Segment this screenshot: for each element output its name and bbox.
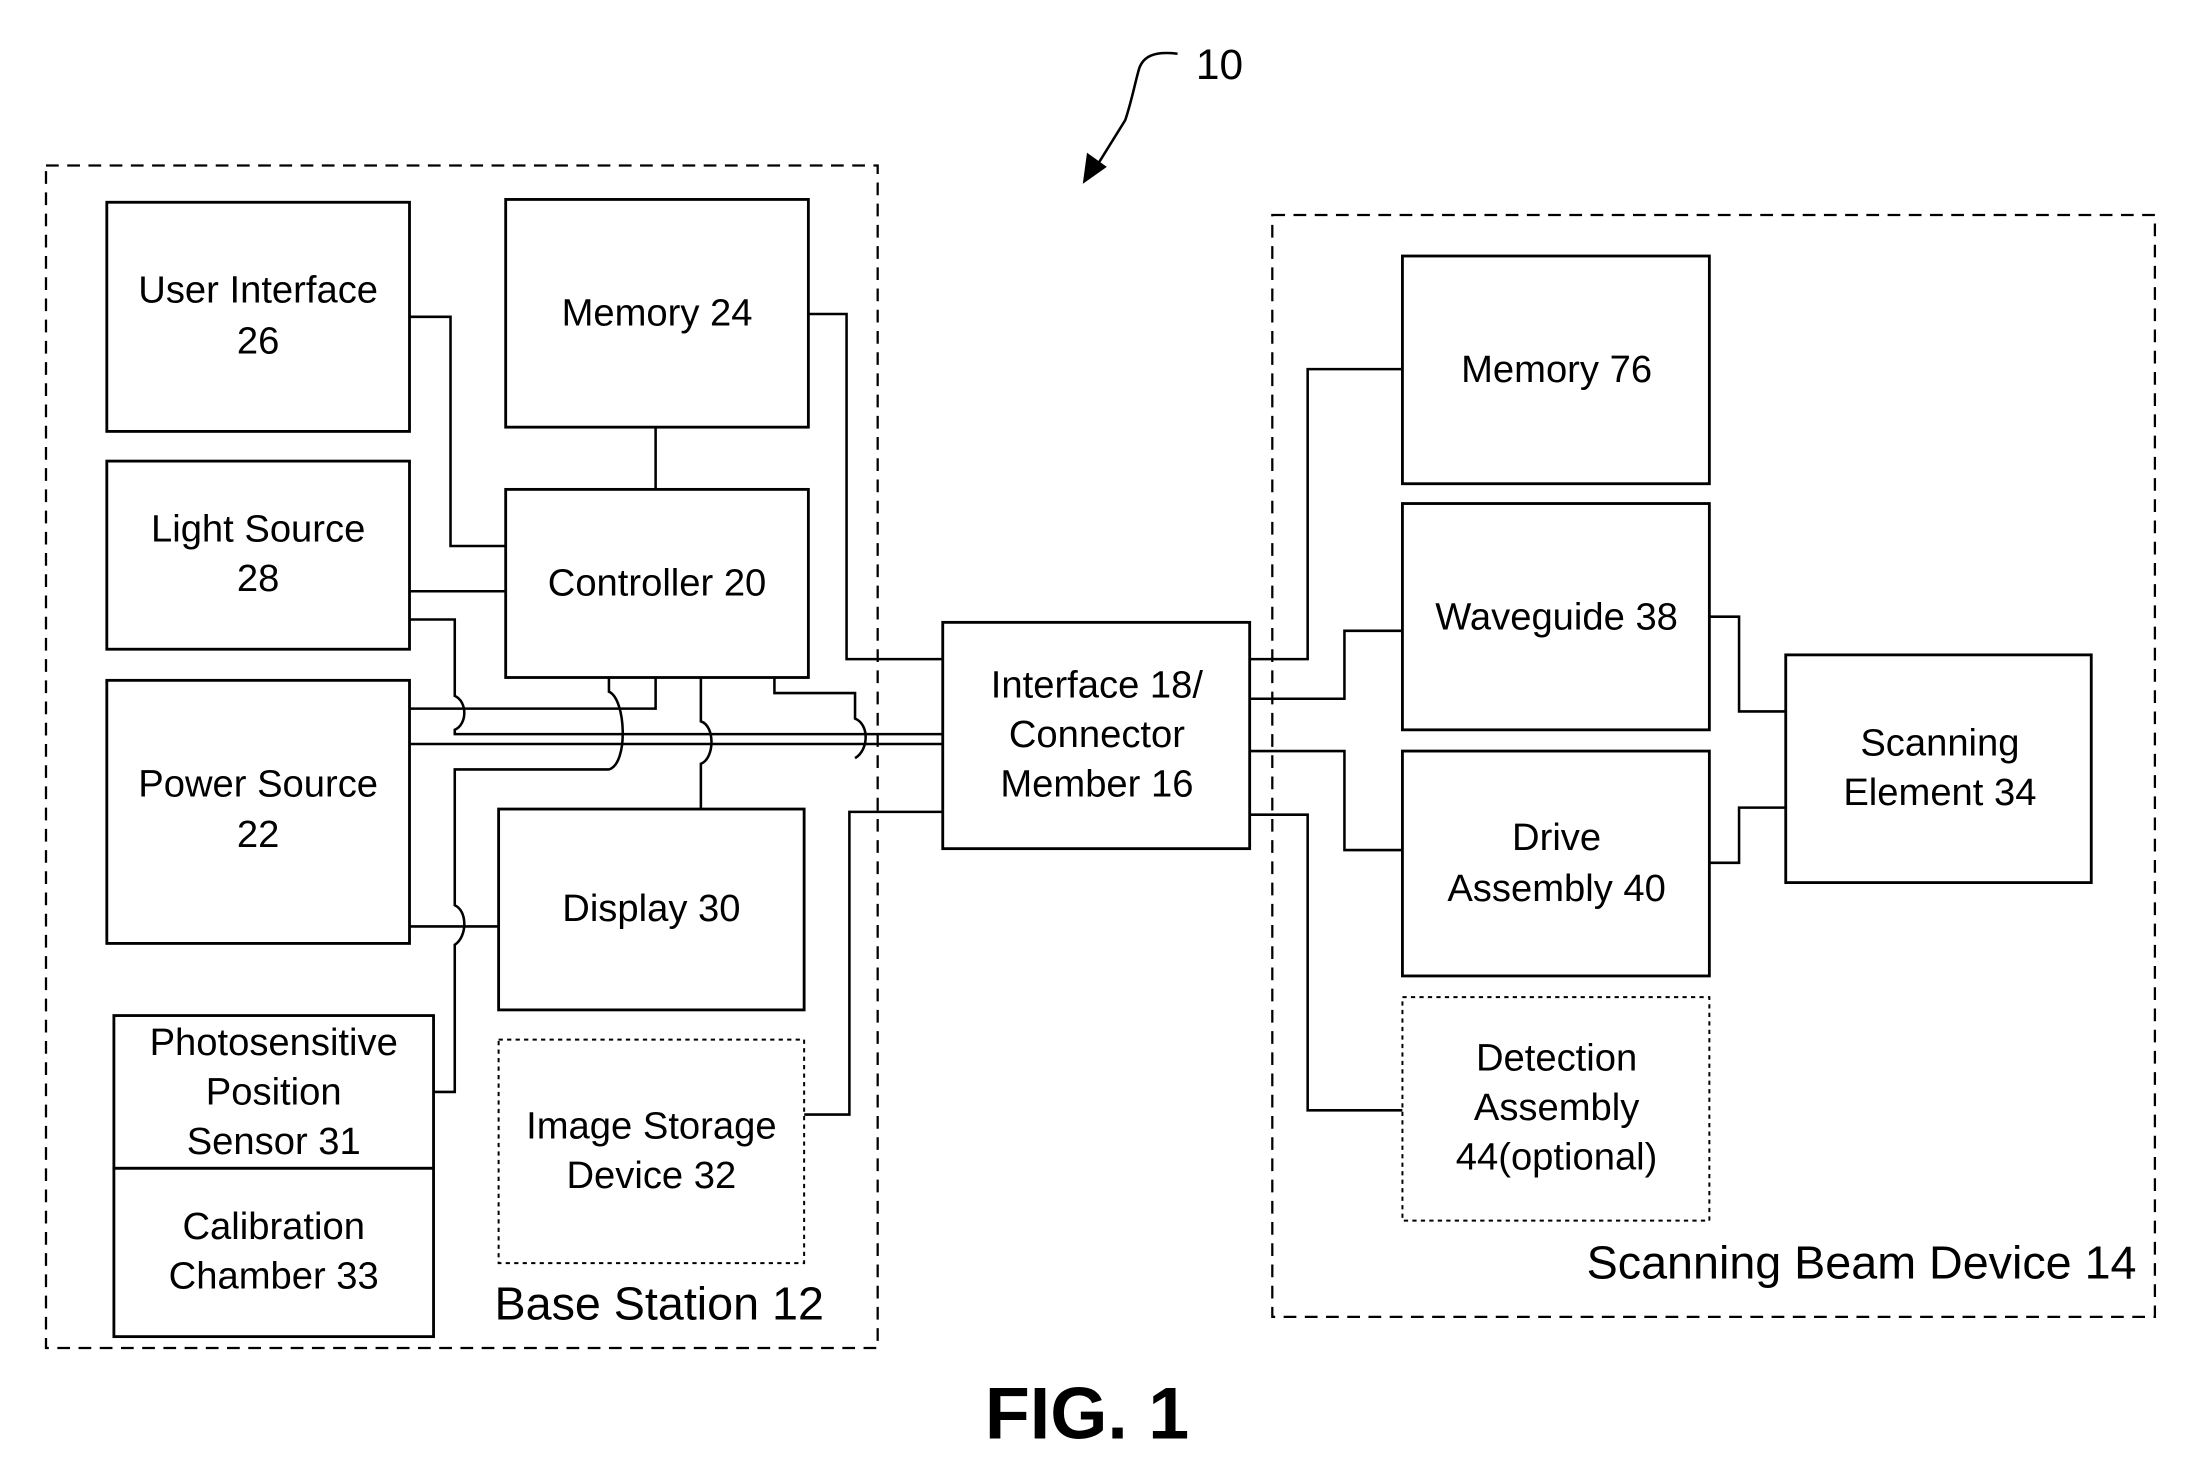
block-waveguide: Waveguide 38 — [1401, 502, 1711, 732]
block-diagram: 10 Base Station 12 Scanning Beam Device … — [44, 41, 2157, 1454]
svg-text:Calibration: Calibration — [182, 1205, 364, 1248]
block-light-source: Light Source 28 — [105, 459, 411, 651]
svg-text:Scanning: Scanning — [1860, 721, 2019, 764]
block-scanning-element: Scanning Element 34 — [1784, 653, 2093, 885]
svg-text:Detection: Detection — [1476, 1037, 1637, 1080]
block-display: Display 30 — [497, 807, 806, 1012]
svg-text:22: 22 — [237, 813, 279, 856]
svg-text:Display 30: Display 30 — [562, 887, 740, 930]
svg-text:Sensor 31: Sensor 31 — [187, 1120, 361, 1163]
svg-text:Waveguide 38: Waveguide 38 — [1435, 595, 1678, 638]
svg-text:Power Source: Power Source — [138, 762, 378, 805]
svg-text:Connector: Connector — [1009, 713, 1185, 756]
svg-text:Photosensitive: Photosensitive — [150, 1021, 398, 1064]
svg-text:Member 16: Member 16 — [1000, 762, 1193, 805]
svg-text:Position: Position — [206, 1071, 342, 1114]
block-drive-assembly: Drive Assembly 40 — [1401, 749, 1711, 978]
block-user-interface: User Interface 26 — [105, 200, 411, 433]
block-controller: Controller 20 — [504, 487, 810, 679]
svg-text:Chamber 33: Chamber 33 — [169, 1255, 379, 1298]
reference-numeral: 10 — [1196, 41, 1243, 88]
svg-text:44(optional): 44(optional) — [1456, 1136, 1658, 1179]
svg-text:Element 34: Element 34 — [1843, 771, 2036, 814]
svg-text:Assembly: Assembly — [1474, 1086, 1640, 1129]
svg-text:Interface 18/: Interface 18/ — [991, 663, 1204, 706]
svg-text:Assembly 40: Assembly 40 — [1447, 867, 1666, 910]
svg-text:28: 28 — [237, 557, 279, 600]
block-detection-assembly: Detection Assembly 44(optional) — [1401, 996, 1711, 1222]
svg-text:Device 32: Device 32 — [566, 1154, 736, 1197]
figure-caption: FIG. 1 — [985, 1371, 1189, 1454]
block-image-storage-device: Image Storage Device 32 — [497, 1038, 806, 1265]
block-calibration-chamber: Calibration Chamber 33 — [112, 1166, 435, 1339]
block-memory-76: Memory 76 — [1401, 254, 1711, 486]
svg-text:Memory 24: Memory 24 — [562, 291, 753, 334]
svg-text:Drive: Drive — [1512, 816, 1601, 859]
base-station-label: Base Station 12 — [495, 1278, 824, 1330]
scanning-beam-device-label: Scanning Beam Device 14 — [1587, 1237, 2137, 1289]
svg-text:Light Source: Light Source — [151, 508, 365, 551]
svg-text:Image Storage: Image Storage — [526, 1105, 776, 1148]
block-power-source: Power Source 22 — [105, 678, 411, 945]
svg-text:User Interface: User Interface — [138, 269, 378, 312]
block-memory-24: Memory 24 — [504, 198, 810, 429]
svg-text:Controller 20: Controller 20 — [548, 561, 767, 604]
block-photosensitive-position-sensor: Photosensitive Position Sensor 31 — [112, 1014, 435, 1170]
svg-text:26: 26 — [237, 320, 279, 363]
block-interface-connector: Interface 18/ Connector Member 16 — [941, 620, 1252, 851]
svg-text:Memory 76: Memory 76 — [1461, 348, 1652, 391]
reference-arrow-10: 10 — [1082, 41, 1243, 184]
